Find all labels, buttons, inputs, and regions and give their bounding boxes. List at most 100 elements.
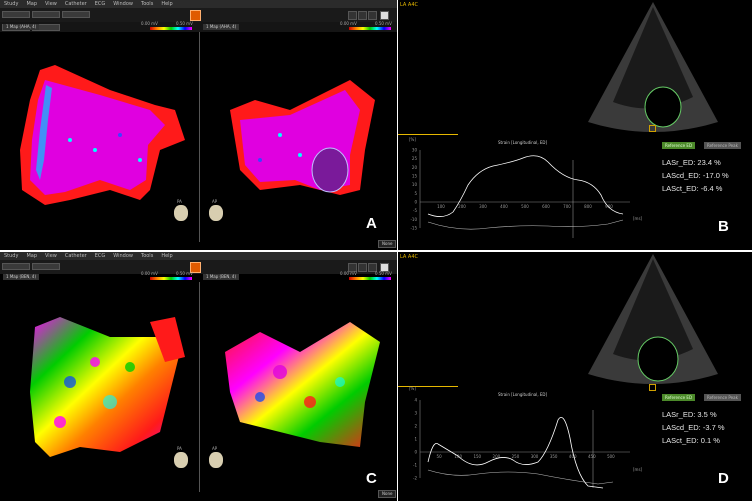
- x-tick-label: 400: [500, 204, 508, 209]
- scale-max-left: 0.50 mV: [176, 21, 193, 26]
- metric-lasr: LASr_ED: 23.4 %: [662, 158, 721, 167]
- camera-icon[interactable]: [348, 11, 357, 20]
- reference-ed-button[interactable]: Reference ED: [662, 394, 696, 401]
- heart-orientation-left: [174, 205, 188, 221]
- x-tick-label: 400: [569, 454, 577, 459]
- menu-view[interactable]: View: [45, 1, 57, 7]
- voltage-map-left: [20, 65, 185, 205]
- strain-chart: 30 25 20 15 10 5 0 -5 -10 -15 100 200 300 400 500 600 70…: [410, 148, 630, 238]
- y-tick-label: 25: [412, 156, 418, 161]
- y-tick-label: 0: [414, 450, 417, 455]
- none-dropdown[interactable]: None: [378, 490, 397, 498]
- view-title: LA A4C: [400, 2, 419, 8]
- map-right-tag[interactable]: 1 Map (BEN, 4): [203, 274, 240, 280]
- panel-d: LA A4C Reference ED Reference Peak Strai…: [398, 252, 752, 501]
- heart-orientation-right: [209, 452, 223, 468]
- y-tick-label: 1: [414, 437, 417, 442]
- y-tick-label: 0: [414, 200, 417, 205]
- layout-icon[interactable]: [358, 11, 367, 20]
- voltage-scalebar-right: [349, 27, 391, 30]
- panel-a: Study Map View Catheter ECG Window Tools Help 1…: [0, 0, 398, 250]
- y-tick-label: -5: [413, 208, 417, 213]
- panel-letter-a: A: [366, 215, 377, 232]
- panel-letter-d: D: [718, 470, 729, 487]
- menu-help[interactable]: Help: [161, 253, 172, 259]
- menu-ecg[interactable]: ECG: [95, 253, 106, 259]
- none-dropdown[interactable]: None: [378, 240, 397, 248]
- menu-map[interactable]: Map: [26, 253, 37, 259]
- y-tick-label: 10: [412, 182, 418, 187]
- menu-catheter[interactable]: Catheter: [65, 253, 87, 259]
- menu-bar: Study Map View Catheter ECG Window Tools Help: [0, 252, 398, 260]
- x-tick-label: 700: [563, 204, 571, 209]
- toolbar-secondary: [0, 22, 398, 32]
- menu-catheter[interactable]: Catheter: [65, 1, 87, 7]
- metric-lasct: LASct_ED: -6.4 %: [662, 184, 723, 193]
- panel-c: Study Map View Catheter ECG Window Tools Help 1…: [0, 252, 398, 501]
- toolbar: [0, 260, 398, 274]
- voltage-map-right: [230, 80, 375, 195]
- menu-window[interactable]: Window: [113, 253, 133, 259]
- strain-chart: 43210-1-250 100 150 200 250 300 350 400 450 500: [413, 398, 630, 489]
- x-tick-label: 300: [479, 204, 487, 209]
- menu-study[interactable]: Study: [4, 1, 18, 7]
- toolbar-button[interactable]: [32, 263, 60, 270]
- y-tick-label: 2: [414, 424, 417, 429]
- strain-curve: [427, 416, 604, 489]
- snapshot-icon[interactable]: [380, 11, 389, 20]
- map-left-tag[interactable]: 1 Map (BEN, 4): [3, 274, 40, 280]
- reference-peak-button[interactable]: Reference Peak: [704, 394, 741, 401]
- reference-ed-button[interactable]: Reference ED: [662, 142, 696, 149]
- toolbar-button[interactable]: [2, 263, 30, 270]
- y-tick-label: -10: [410, 217, 417, 222]
- y-tick-label: -15: [410, 226, 417, 231]
- toolbar: [0, 8, 398, 22]
- voltage-scalebar-right: [349, 277, 391, 280]
- panel-letter-b: B: [718, 218, 729, 235]
- y-tick-label: 4: [414, 398, 417, 403]
- y-tick-label: 3: [414, 411, 417, 416]
- app-logo-icon[interactable]: [190, 10, 201, 21]
- separator-vertical: [397, 0, 398, 501]
- echo-image: [588, 2, 718, 132]
- x-tick-label: 800: [584, 204, 592, 209]
- x-tick-label: 250: [512, 454, 520, 459]
- y-tick-label: -2: [413, 476, 417, 481]
- metric-lasr: LASr_ED: 3.5 %: [662, 410, 717, 419]
- menu-study[interactable]: Study: [4, 253, 18, 259]
- x-tick-label: 200: [458, 204, 466, 209]
- scale-max-right: 0.50 mV: [375, 21, 392, 26]
- toolbar-button[interactable]: [62, 11, 90, 18]
- scale-min-right: 0.00 mV: [340, 271, 357, 276]
- title-underline: [398, 386, 458, 387]
- menu-bar: Study Map View Catheter ECG Window Tools Help: [0, 0, 398, 8]
- layout-icon[interactable]: [358, 263, 367, 272]
- x-tick-label: 300: [531, 454, 539, 459]
- map-right-tag[interactable]: 1 Map (AHA, 4): [203, 24, 240, 30]
- settings-icon[interactable]: [368, 11, 377, 20]
- menu-ecg[interactable]: ECG: [95, 1, 106, 7]
- menu-view[interactable]: View: [45, 253, 57, 259]
- voltage-scalebar-left: [150, 27, 192, 30]
- panel-letter-c: C: [366, 470, 377, 487]
- map-left-tag[interactable]: 1 Map (AHA, 4): [3, 24, 40, 30]
- x-tick-label: 600: [542, 204, 550, 209]
- menu-tools[interactable]: Tools: [141, 253, 153, 259]
- menu-tools[interactable]: Tools: [141, 1, 153, 7]
- voltage-map-right: [225, 322, 380, 447]
- y-tick-label: 15: [412, 174, 418, 179]
- separator-horizontal: [0, 250, 752, 252]
- strain-curve-secondary: [427, 219, 624, 230]
- view-title: LA A4C: [400, 254, 419, 260]
- x-tick-label: 450: [588, 454, 596, 459]
- menu-help[interactable]: Help: [161, 1, 172, 7]
- menu-window[interactable]: Window: [113, 1, 133, 7]
- panel-b: LA A4C Reference ED Reference Peak Strai…: [398, 0, 752, 250]
- x-tick-label: 500: [521, 204, 529, 209]
- toolbar-button[interactable]: [32, 11, 60, 18]
- scale-max-left: 0.50 mV: [176, 271, 193, 276]
- reference-peak-button[interactable]: Reference Peak: [704, 142, 741, 149]
- menu-map[interactable]: Map: [26, 1, 37, 7]
- toolbar-button[interactable]: [2, 11, 30, 18]
- metric-lasct: LASct_ED: 0.1 %: [662, 436, 720, 445]
